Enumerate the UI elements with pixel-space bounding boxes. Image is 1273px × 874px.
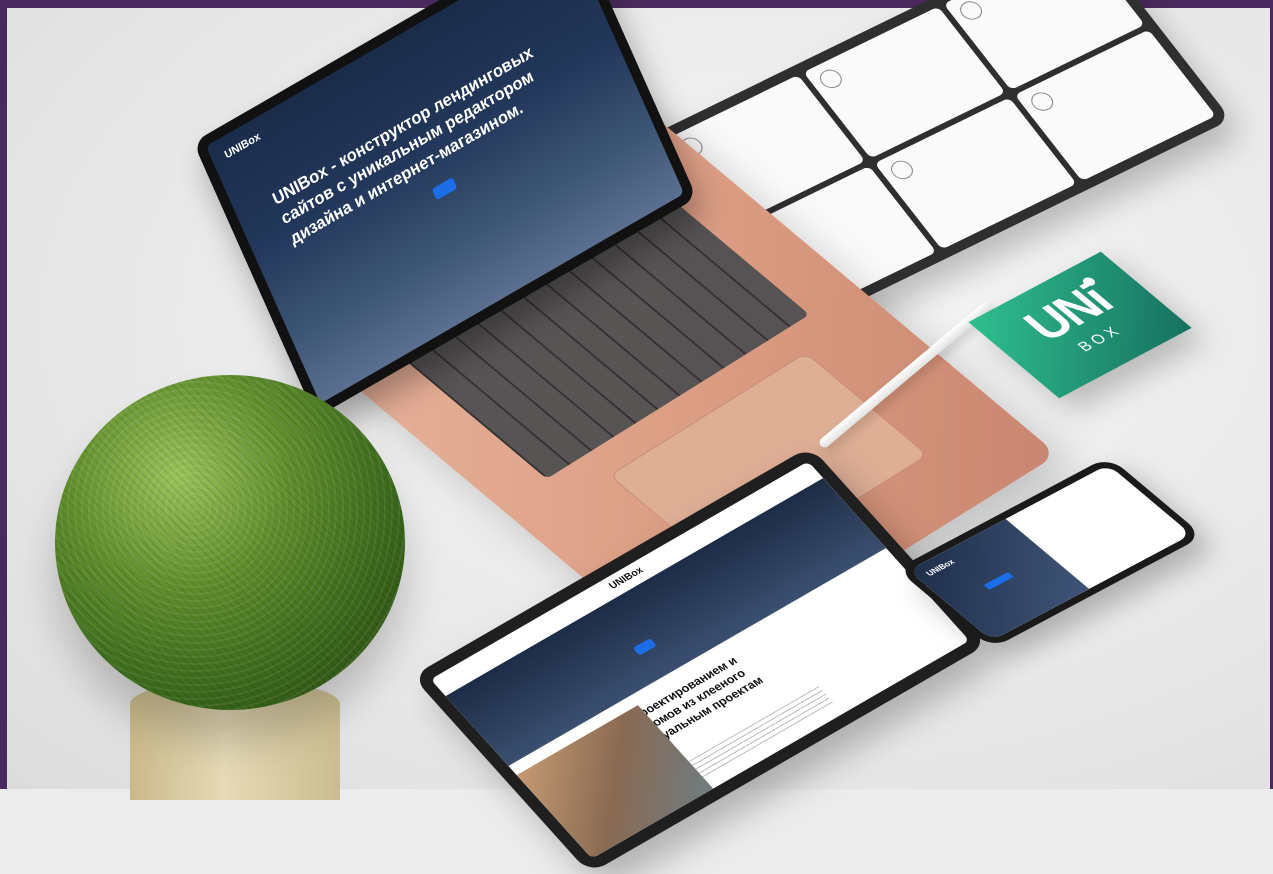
tile-title [902,127,1022,185]
feature-icon [955,0,987,24]
tile-sub [971,0,1091,26]
site-stat [520,192,527,196]
phone-site-logo: UNIBox [923,557,957,578]
tile-sub [1042,59,1162,117]
site-cta-button [431,177,458,201]
phone-cta-button [983,571,1014,590]
tile-title [1042,59,1162,117]
tile-sub [902,127,1022,185]
tile-title [971,0,1091,26]
site-stat [304,316,312,321]
site-stat [412,254,419,258]
feature-icon [1026,89,1058,115]
tablet-cta-button [632,638,657,656]
site-headline: UNIBox - конструктор лендинговых сайтов … [269,42,537,249]
topiary-plant [55,375,405,710]
site-stat [628,130,635,134]
frame-left-border [0,0,7,789]
site-logo: UNIBox [222,130,263,162]
